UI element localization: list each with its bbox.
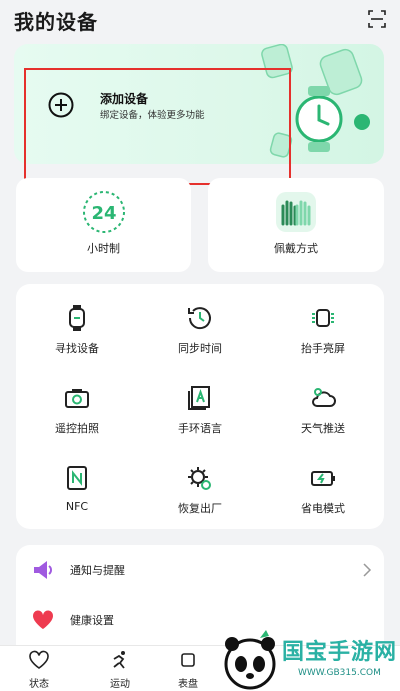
factory-reset-label: 恢复出厂: [178, 502, 222, 515]
raise-wrist-button[interactable]: 抬手亮屏: [262, 284, 384, 364]
wear-mode-label: 佩戴方式: [274, 242, 318, 255]
watermark-url: WWW.GB315.COM: [298, 668, 381, 678]
camera-icon: [65, 389, 89, 408]
band-language-label: 手环语言: [178, 422, 222, 435]
raise-wrist-icon: [312, 309, 334, 327]
speaker-icon: [34, 561, 52, 579]
24-hour-icon: 24: [82, 191, 125, 233]
sync-time-button[interactable]: 同步时间: [139, 284, 261, 364]
factory-reset-button[interactable]: 恢复出厂: [139, 444, 261, 524]
chevron-right-icon: [363, 563, 372, 577]
factory-reset-icon: [188, 467, 211, 490]
power-saving-button[interactable]: 省电模式: [262, 444, 384, 524]
weather-icon: [312, 388, 336, 407]
weather-push-label: 天气推送: [301, 422, 345, 435]
watch-icon: [69, 305, 85, 331]
feature-grid: 寻找设备 同步时间 抬手亮屏 遥控拍照 手环语言 天气推送 NFC 恢复出厂 省…: [16, 284, 384, 529]
runner-icon: [113, 651, 125, 669]
watermark-text: 国宝手游网: [282, 640, 398, 665]
tab-exercise-label: 运动: [110, 679, 130, 690]
raise-wrist-label: 抬手亮屏: [301, 342, 345, 355]
nfc-label: NFC: [65, 500, 89, 513]
panda-logo-icon: [216, 630, 282, 691]
page-title: 我的设备: [14, 10, 98, 34]
tab-watch-face[interactable]: 表盘: [158, 646, 218, 691]
scan-icon[interactable]: [368, 10, 386, 28]
language-icon: [188, 386, 210, 410]
wear-mode-tile[interactable]: 佩戴方式: [208, 178, 384, 272]
header: 我的设备: [0, 0, 400, 40]
hour-format-tile[interactable]: 24 小时制: [16, 178, 191, 272]
list-item-notifications[interactable]: 通知与提醒: [16, 545, 384, 595]
hour-format-label: 小时制: [87, 242, 120, 255]
tab-status-label: 状态: [29, 679, 49, 690]
tab-watch-face-label: 表盘: [178, 679, 198, 690]
heart-outline-icon: [29, 650, 49, 669]
weather-push-button[interactable]: 天气推送: [262, 364, 384, 444]
sync-time-label: 同步时间: [178, 342, 222, 355]
highlight-box: [24, 68, 291, 185]
find-device-button[interactable]: 寻找设备: [16, 284, 138, 364]
hands-icon: [276, 192, 316, 232]
band-language-button[interactable]: 手环语言: [139, 364, 261, 444]
find-device-label: 寻找设备: [55, 342, 99, 355]
svg-text:24: 24: [91, 203, 116, 224]
notifications-label: 通知与提醒: [70, 564, 125, 577]
watch-face-icon: [181, 653, 195, 667]
tab-status[interactable]: 状态: [9, 646, 69, 691]
watermark-logo: 国宝手游网 WWW.GB315.COM: [216, 624, 400, 691]
tab-exercise[interactable]: 运动: [90, 646, 150, 691]
remote-camera-button[interactable]: 遥控拍照: [16, 364, 138, 444]
health-label: 健康设置: [70, 614, 114, 627]
clock-sync-icon: [188, 307, 211, 330]
nfc-button[interactable]: NFC: [16, 444, 138, 524]
power-saving-label: 省电模式: [301, 502, 345, 515]
battery-icon: [311, 471, 335, 486]
remote-camera-label: 遥控拍照: [55, 422, 99, 435]
nfc-icon: [67, 466, 87, 490]
heart-icon: [32, 610, 54, 629]
